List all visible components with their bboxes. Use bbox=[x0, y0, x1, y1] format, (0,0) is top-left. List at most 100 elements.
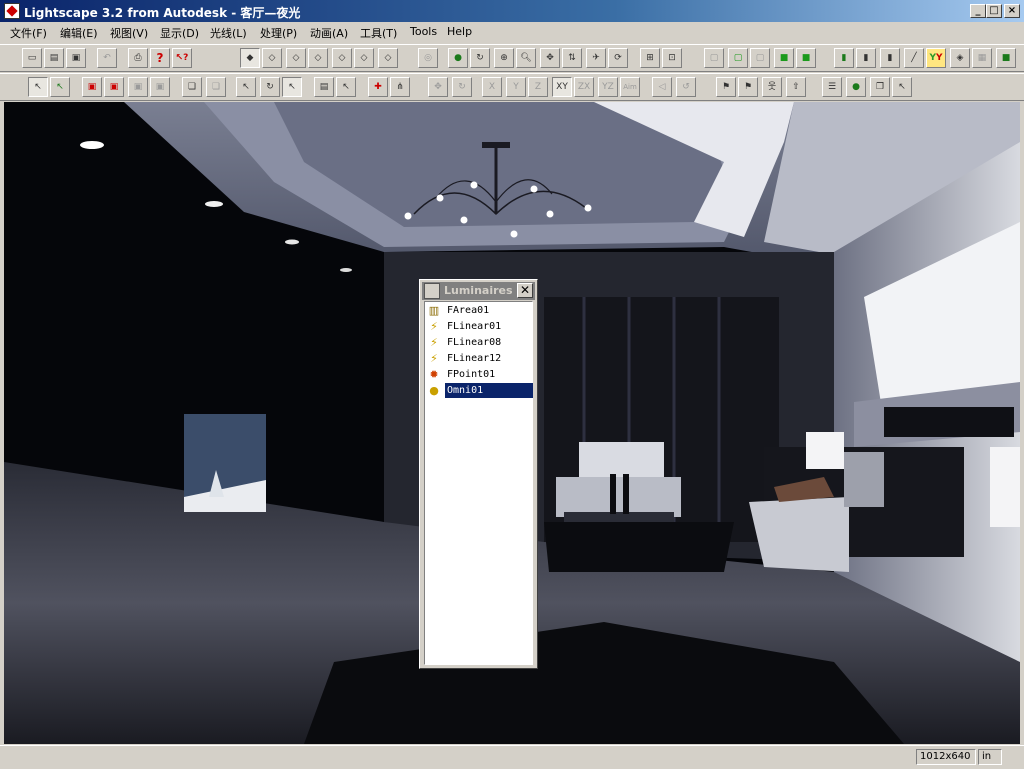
rotate-axis-icon[interactable]: ↻ bbox=[452, 77, 472, 97]
lightscape-app-icon[interactable] bbox=[4, 3, 20, 19]
menu-animation[interactable]: 动画(A) bbox=[310, 25, 348, 41]
luminaires-close-button[interactable]: ✕ bbox=[517, 283, 533, 298]
luminaire-item[interactable]: ⚡ FLinear12 bbox=[427, 351, 531, 366]
select-arrow-icon[interactable]: ↖ bbox=[28, 77, 48, 97]
axis-yz-button[interactable]: YZ bbox=[598, 77, 618, 97]
logo-badge-icon: YY bbox=[926, 48, 946, 68]
select-adjacent-icon[interactable]: ↖ bbox=[50, 77, 70, 97]
menu-tools-cn[interactable]: 工具(T) bbox=[360, 25, 397, 41]
new-file-icon[interactable]: ▭ bbox=[22, 48, 42, 68]
close-button[interactable]: × bbox=[1004, 4, 1020, 18]
luminaires-icon[interactable]: ↖ bbox=[892, 77, 912, 97]
fly-icon[interactable]: ✈ bbox=[586, 48, 606, 68]
menu-tools[interactable]: Tools bbox=[410, 25, 437, 38]
texture-icon[interactable]: ▦ bbox=[972, 48, 992, 68]
wire-mode-icon[interactable]: ▢ bbox=[704, 48, 724, 68]
deselect-window-icon[interactable]: ▣ bbox=[150, 77, 170, 97]
luminaire-item[interactable]: ✹ FPoint01 bbox=[427, 367, 531, 382]
left-view-icon[interactable]: ◇ bbox=[332, 48, 352, 68]
dolly-icon[interactable]: ⇅ bbox=[562, 48, 582, 68]
materials-icon[interactable]: ● bbox=[846, 77, 866, 97]
window-title: Lightscape 3.2 from Autodesk - 客厅—夜光 bbox=[24, 6, 301, 20]
luminaires-palette[interactable]: Luminaires ✕ ▥ FArea01 ⚡ FLinear01 ⚡ FLi… bbox=[419, 279, 538, 669]
menu-file[interactable]: 文件(F) bbox=[10, 25, 47, 41]
zoom-target-icon[interactable]: ⊕ bbox=[494, 48, 514, 68]
axis-z-button[interactable]: Z bbox=[528, 77, 548, 97]
zoom-refresh-icon[interactable]: ◎ bbox=[418, 48, 438, 68]
open-folder-icon[interactable]: ▤ bbox=[44, 48, 64, 68]
layer-toggle-icon[interactable]: ▮ bbox=[856, 48, 876, 68]
roll-icon[interactable]: ⟳ bbox=[608, 48, 628, 68]
menu-help[interactable]: Help bbox=[447, 25, 472, 38]
paste-page-icon[interactable]: ❏ bbox=[206, 77, 226, 97]
layer-solid-icon[interactable]: ▮ bbox=[834, 48, 854, 68]
menu-light[interactable]: 光线(L) bbox=[210, 25, 247, 41]
axis-y-button[interactable]: Y bbox=[506, 77, 526, 97]
render-icon[interactable]: ■ bbox=[996, 48, 1016, 68]
undo-icon[interactable]: ↶ bbox=[97, 48, 117, 68]
luminaires-list[interactable]: ▥ FArea01 ⚡ FLinear01 ⚡ FLinear08 ⚡ FLin… bbox=[424, 301, 533, 665]
layer-line-icon[interactable]: ╱ bbox=[904, 48, 924, 68]
move-selection-icon[interactable]: ↖ bbox=[236, 77, 256, 97]
select-window-icon[interactable]: ▣ bbox=[104, 77, 124, 97]
area-light-icon: ▥ bbox=[428, 304, 440, 317]
hidden-line-mode-icon[interactable]: ▢ bbox=[750, 48, 770, 68]
layers-icon[interactable]: ☰ bbox=[822, 77, 842, 97]
wire-color-mode-icon[interactable]: ▢ bbox=[728, 48, 748, 68]
walk-icon[interactable]: ⚑ bbox=[716, 77, 736, 97]
save-icon[interactable]: ▣ bbox=[66, 48, 86, 68]
minimize-button[interactable]: _ bbox=[970, 4, 986, 18]
pan-icon[interactable]: ✥ bbox=[540, 48, 560, 68]
maximize-button[interactable]: □ bbox=[986, 4, 1002, 18]
axis-x-button[interactable]: X bbox=[482, 77, 502, 97]
context-help-icon[interactable]: ↖? bbox=[172, 48, 192, 68]
right-view-icon[interactable]: ◇ bbox=[354, 48, 374, 68]
front-view-icon[interactable]: ◇ bbox=[286, 48, 306, 68]
shaded-mode-icon[interactable]: ■ bbox=[796, 48, 816, 68]
luminaires-title-bar[interactable]: Luminaires ✕ bbox=[422, 282, 535, 300]
menu-view[interactable]: 视图(V) bbox=[110, 25, 148, 41]
luminaire-item[interactable]: ⚡ FLinear01 bbox=[427, 319, 531, 334]
transform-reset-icon[interactable]: ↺ bbox=[676, 77, 696, 97]
blocks-icon[interactable]: ❐ bbox=[870, 77, 890, 97]
move-axis-icon[interactable]: ✥ bbox=[428, 77, 448, 97]
transform-back-icon[interactable]: ◁ bbox=[652, 77, 672, 97]
zoom-window-icon[interactable]: ⊞ bbox=[640, 48, 660, 68]
resolution-readout: 1012x640 bbox=[916, 749, 976, 765]
axis-xy-button[interactable]: XY bbox=[552, 77, 572, 97]
toolbar-selection: ↖ ↖ ▣ ▣ ▣ ▣ ❏ ❏ ↖ ↻ ↖ ▤ ↖ ✚ ⋔ ✥ ↻ X Y Z … bbox=[0, 73, 1024, 101]
wireframe-view-icon[interactable]: ◇ bbox=[262, 48, 282, 68]
orbit-icon[interactable]: ● bbox=[448, 48, 468, 68]
radiosity-icon[interactable]: ◈ bbox=[950, 48, 970, 68]
axis-zx-button[interactable]: ZX bbox=[574, 77, 594, 97]
walk-up-icon[interactable]: ⇧ bbox=[786, 77, 806, 97]
aim-button[interactable]: Aim bbox=[620, 77, 640, 97]
rotate-selection-icon[interactable]: ↻ bbox=[260, 77, 280, 97]
top-view-icon[interactable]: ◇ bbox=[378, 48, 398, 68]
layer-box-icon[interactable]: ▮ bbox=[880, 48, 900, 68]
rotate-camera-icon[interactable]: ↻ bbox=[470, 48, 490, 68]
pick-luminaire-icon[interactable]: ↖ bbox=[282, 77, 302, 97]
back-view-icon[interactable]: ◇ bbox=[308, 48, 328, 68]
luminaire-item[interactable]: ⚡ FLinear08 bbox=[427, 335, 531, 350]
walk-turn-icon[interactable]: ⚑ bbox=[738, 77, 758, 97]
walk-person-icon[interactable]: 웃 bbox=[762, 77, 782, 97]
menu-edit[interactable]: 编辑(E) bbox=[60, 25, 98, 41]
select-add-icon[interactable]: ▣ bbox=[82, 77, 102, 97]
menu-process[interactable]: 处理(P) bbox=[260, 25, 297, 41]
snap-icon[interactable]: ⋔ bbox=[390, 77, 410, 97]
menu-display[interactable]: 显示(D) bbox=[160, 25, 199, 41]
copy-page-icon[interactable]: ❏ bbox=[182, 77, 202, 97]
print-icon[interactable]: ⎙ bbox=[128, 48, 148, 68]
insert-point-icon[interactable]: ✚ bbox=[368, 77, 388, 97]
filter-select-icon[interactable]: ↖ bbox=[336, 77, 356, 97]
luminaire-item-selected[interactable]: ● Omni01 bbox=[427, 383, 533, 398]
zoom-extents-icon[interactable]: ⊡ bbox=[662, 48, 682, 68]
help-icon[interactable]: ? bbox=[150, 48, 170, 68]
zoom-icon[interactable]: 🔍︎ bbox=[516, 48, 536, 68]
solid-mode-icon[interactable]: ■ bbox=[774, 48, 794, 68]
luminaire-item[interactable]: ▥ FArea01 bbox=[427, 303, 531, 318]
paint-bucket-icon[interactable]: ◆ bbox=[240, 48, 260, 68]
deselect-icon[interactable]: ▣ bbox=[128, 77, 148, 97]
filter-icon[interactable]: ▤ bbox=[314, 77, 334, 97]
